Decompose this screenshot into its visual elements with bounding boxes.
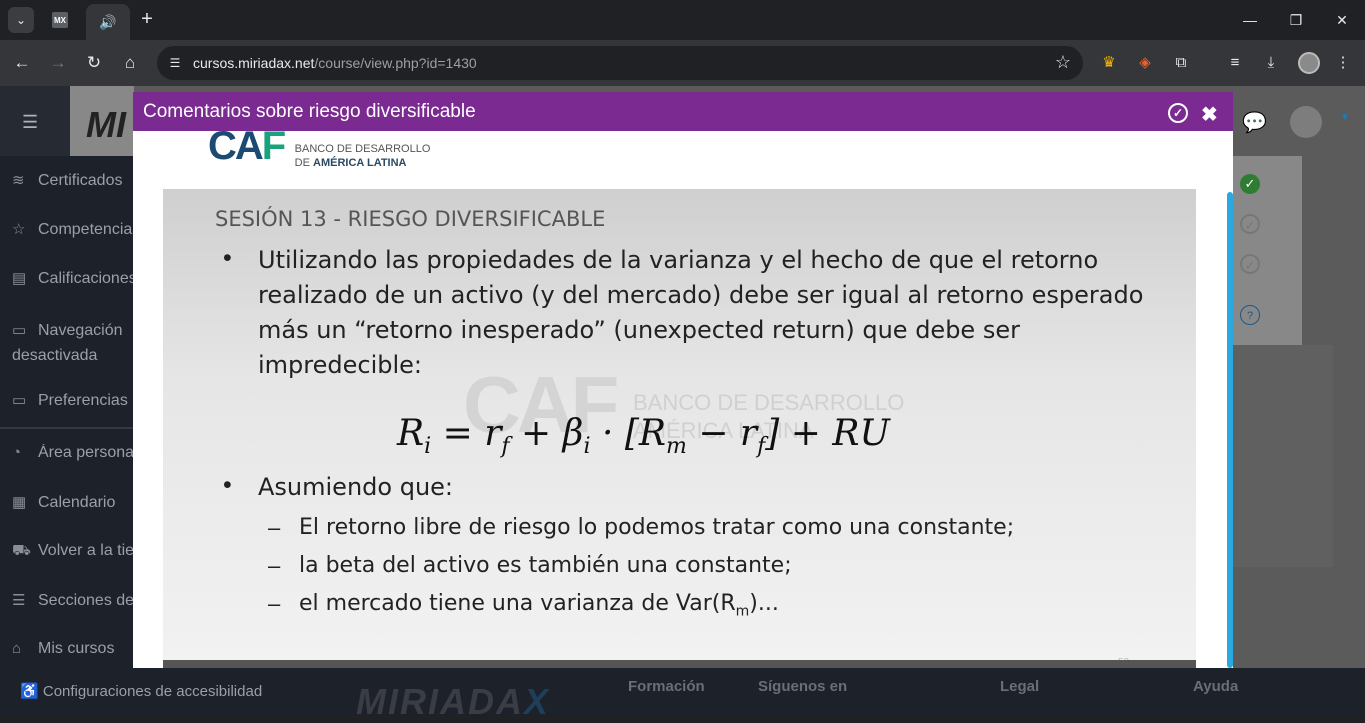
sidebar-item-calificaciones[interactable]: ▤ Calificaciones — [12, 269, 134, 288]
modal-header: Comentarios sobre riesgo diversificable … — [133, 92, 1233, 131]
address-bar[interactable]: ☰ cursos.miriadax.net/course/view.php?id… — [157, 46, 1083, 80]
dash-icon: – — [268, 553, 281, 578]
home-icon[interactable]: ⌂ — [118, 51, 142, 75]
tab-favicon[interactable]: MX — [52, 12, 68, 28]
caf-logo-text: BANCO DE DESARROLLO DE AMÉRICA LATINA — [294, 143, 431, 169]
modal-title: Comentarios sobre riesgo diversificable — [143, 101, 476, 122]
slide-subbullet-1: El retorno libre de riesgo lo podemos tr… — [299, 515, 1015, 540]
crown-extension-icon[interactable]: ♛ — [1098, 52, 1120, 74]
mortarboard-extension-icon[interactable]: ◈ — [1134, 52, 1156, 74]
dash-icon: – — [268, 591, 281, 616]
progress-panel-lower — [1233, 345, 1333, 567]
browser-toolbar: ← → ↻ ⌂ ☰ cursos.miriadax.net/course/vie… — [0, 40, 1365, 86]
mark-complete-icon[interactable]: ✓ — [1168, 103, 1188, 123]
profile-avatar[interactable] — [1298, 52, 1320, 74]
restore-icon[interactable]: ❐ — [1284, 8, 1308, 32]
extensions-icon[interactable]: ⧉ — [1170, 52, 1192, 74]
capm-formula: Ri = rf + βi · [Rm − rf] + RU — [397, 413, 890, 460]
forward-icon[interactable]: → — [46, 51, 70, 75]
sidebar-item-secciones[interactable]: ☰Secciones del curso — [12, 591, 134, 610]
close-icon[interactable]: ✖ — [1201, 102, 1218, 127]
chat-icon[interactable]: 💬 — [1242, 110, 1267, 135]
completed-check-icon[interactable]: ✓ — [1240, 174, 1260, 194]
url-text[interactable]: cursos.miriadax.net/course/view.php?id=1… — [193, 55, 477, 71]
minimize-icon[interactable]: — — [1238, 8, 1262, 32]
dash-icon: – — [268, 515, 281, 540]
layers-icon: ≋ — [12, 172, 25, 189]
sidebar-item-mis-cursos[interactable]: ⌂ Mis cursos — [12, 640, 134, 658]
slide-title: SESIÓN 13 - RIESGO DIVERSIFICABLE — [215, 207, 606, 231]
sidebar-item-calendario[interactable]: ▦ Calendario — [12, 493, 134, 512]
media-control-icon[interactable]: ≡ — [1224, 52, 1246, 74]
help-icon[interactable]: ? — [1240, 305, 1260, 325]
folder-icon: ▭ — [12, 392, 27, 409]
dashboard-icon: ◔ — [12, 444, 22, 461]
footer-logo: MIRIADAX — [356, 681, 550, 722]
footer-link-siguenos[interactable]: Síguenos en — [758, 678, 847, 695]
slide-subbullet-3: el mercado tiene una varianza de Var(Rm)… — [299, 591, 779, 620]
video-modal: Comentarios sobre riesgo diversificable … — [133, 92, 1233, 668]
hamburger-icon[interactable]: ☰ — [22, 112, 38, 133]
sidebar-item-preferencias[interactable]: ▭ Preferencias — [12, 391, 134, 410]
footer-link-formacion[interactable]: Formación — [628, 678, 705, 695]
video-controls-bar[interactable] — [163, 660, 1196, 668]
footer-link-ayuda[interactable]: Ayuda — [1193, 678, 1238, 695]
sidebar-divider — [0, 427, 134, 429]
bullet-icon: • — [223, 471, 232, 499]
header-logo[interactable]: MI — [86, 104, 126, 146]
book-icon: ▤ — [12, 270, 27, 287]
active-tab-audio-icon[interactable]: 🔊 — [86, 4, 130, 40]
accessibility-settings-link[interactable]: ♿ Configuraciones de accesibilidad — [20, 682, 262, 700]
caf-logo: CAF BANCO DE DESARROLLO DE AMÉRICA LATINA — [208, 124, 431, 170]
sidebar-item-navegacion[interactable]: ▭ Navegación desactivada — [12, 318, 134, 368]
chevron-down-icon[interactable]: ▼ — [1340, 112, 1350, 123]
star-icon: ☆ — [12, 221, 26, 238]
pending-check-icon[interactable]: ✓ — [1240, 214, 1260, 234]
new-tab-button[interactable]: + — [136, 8, 158, 30]
sidebar-item-volver-tienda[interactable]: ⛟Volver a la tienda — [12, 542, 134, 561]
close-window-icon[interactable]: ✕ — [1330, 8, 1354, 32]
bullet-icon: • — [223, 244, 232, 272]
slide-bullet-2: Asumiendo que: — [258, 473, 453, 501]
browser-menu-icon[interactable]: ⋮ — [1332, 52, 1354, 74]
tab-bar: ⌄ MX 🔊 + — ❐ ✕ — [0, 0, 1365, 40]
footer-link-legal[interactable]: Legal — [1000, 678, 1039, 695]
accessibility-icon: ♿ — [20, 683, 39, 700]
modal-scrollbar[interactable] — [1227, 192, 1233, 668]
reload-icon[interactable]: ↻ — [82, 51, 106, 75]
sidebar-item-competencias[interactable]: ☆ Competencias — [12, 220, 134, 239]
slide-bullet-1: Utilizando las propiedades de la varianz… — [258, 246, 1144, 379]
list-icon: ☰ — [12, 592, 26, 609]
tab-search-button[interactable]: ⌄ — [8, 7, 34, 33]
slide-subbullet-2: la beta del activo es también una consta… — [299, 553, 792, 578]
sidebar-item-certificados[interactable]: ≋ Certificados — [12, 171, 134, 190]
slide: CAF BANCO DE DESARROLLO AMÉRICA LATINA SE… — [163, 189, 1196, 668]
sidebar-item-area-personal[interactable]: ◔ Área personal — [12, 444, 134, 462]
pending-check-icon[interactable]: ✓ — [1240, 254, 1260, 274]
site-info-icon[interactable]: ☰ — [165, 53, 185, 73]
bookmark-star-icon[interactable]: ☆ — [1055, 52, 1071, 73]
folder-icon: ▭ — [12, 322, 27, 339]
user-avatar[interactable] — [1290, 106, 1322, 138]
back-icon[interactable]: ← — [10, 51, 34, 75]
cart-icon: ⛟ — [12, 542, 31, 559]
download-icon[interactable]: ⤓ — [1260, 52, 1282, 74]
calendar-icon: ▦ — [12, 494, 27, 511]
mortarboard-icon: ⌂ — [12, 640, 22, 657]
caf-logo-mark: CAF — [208, 124, 286, 168]
